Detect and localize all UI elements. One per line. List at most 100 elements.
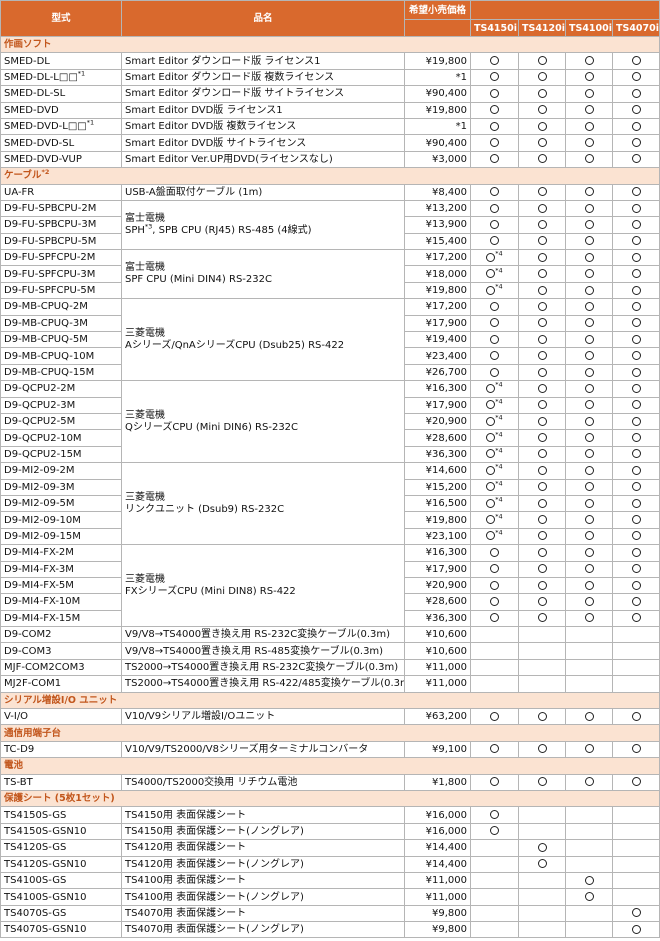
compat-cell xyxy=(518,675,566,693)
circle-mark-icon xyxy=(631,596,641,606)
compat-cell xyxy=(612,904,660,923)
circle-mark-icon xyxy=(537,400,547,410)
circle-mark-icon xyxy=(631,72,641,82)
circle-mark-icon xyxy=(490,613,499,623)
compat-cell xyxy=(612,85,660,103)
table-row: D9-MI2-09-2M 三菱電機 リンクユニット (Dsub9) RS-232C ¥… xyxy=(0,462,660,546)
compat-cell xyxy=(470,331,519,349)
model-cell: MJ2F-COM1 xyxy=(0,675,122,693)
model-cell: D9-QCPU2-10M xyxy=(0,429,122,447)
circle-mark-icon xyxy=(490,187,499,197)
circle-mark-icon xyxy=(490,777,499,787)
compat-cell xyxy=(565,412,613,431)
compat-cell xyxy=(565,101,613,119)
header-ts4150i: TS4150i xyxy=(470,19,519,37)
circle-mark-icon xyxy=(537,318,547,328)
compat-cell xyxy=(565,871,613,890)
circle-mark-icon xyxy=(537,580,547,590)
compat-cell xyxy=(565,888,613,906)
compat-cell xyxy=(470,134,519,152)
product-name-cell: TS2000→TS4000置き換え用 RS-422/485変換ケーブル(0.3m… xyxy=(121,675,405,693)
header-models-spacer xyxy=(470,0,660,20)
compat-cell xyxy=(518,331,566,349)
compat-cell xyxy=(470,806,519,824)
compat-cell xyxy=(565,560,613,578)
compat-cell xyxy=(518,511,566,529)
circle-mark-icon xyxy=(631,138,641,148)
price-cell: ¥9,100 xyxy=(404,740,471,759)
compat-cell xyxy=(518,576,566,595)
circle-mark-icon xyxy=(584,383,594,393)
compat-cell: *4 xyxy=(470,494,519,513)
compat-cell: *4 xyxy=(470,445,519,464)
circle-mark-icon xyxy=(537,465,547,475)
circle-mark-icon xyxy=(490,56,499,66)
circle-mark-icon xyxy=(584,252,594,262)
compat-cell xyxy=(518,265,566,283)
compat-cell xyxy=(470,642,519,660)
circle-mark-icon xyxy=(537,138,547,148)
circle-mark-icon xyxy=(537,482,547,492)
circle-mark-icon xyxy=(631,482,641,492)
price-cell: ¥17,200 xyxy=(404,249,471,267)
product-name-cell: TS2000→TS4000置き換え用 RS-232C変換ケーブル(0.3m) xyxy=(121,658,405,677)
model-cell: TS4100S-GS xyxy=(0,871,122,890)
model-cell: D9-MB-CPUQ-2M xyxy=(0,298,122,316)
circle-mark-icon xyxy=(631,416,641,426)
compat-cell xyxy=(565,117,613,136)
table-row: D9-FU-SPFCPU-2M 富士電機 SPF CPU (Mini DIN4) R… xyxy=(0,249,660,300)
table-body: 作画ソフト SMED-DL Smart Editor ダウンロード版 ライセンス1 ¥… xyxy=(0,35,660,939)
price-cell: ¥11,000 xyxy=(404,658,471,677)
model-cell: V-I/O xyxy=(0,708,122,726)
price-table: 型式 品名 希望小売価格 TS4150i TS4120i TS4100i TS4… xyxy=(0,0,660,939)
circle-mark-icon xyxy=(584,138,594,148)
circle-mark-icon xyxy=(490,88,499,98)
price-cell: ¥17,900 xyxy=(404,396,471,414)
circle-mark-icon xyxy=(584,547,594,557)
price-cell: ¥17,900 xyxy=(404,314,471,333)
compat-cell xyxy=(565,429,613,447)
circle-mark-icon xyxy=(584,187,594,197)
compat-cell xyxy=(565,675,613,693)
circle-mark-icon xyxy=(537,154,547,164)
price-cell: ¥63,200 xyxy=(404,708,471,726)
price-cell: ¥16,300 xyxy=(404,380,471,398)
product-name-cell: Smart Editor DVD版 サイトライセンス xyxy=(121,134,405,152)
table-row: TS4150S-GS TS4150用 表面保護シート ¥16,000 xyxy=(0,806,660,824)
circle-mark-icon xyxy=(584,88,594,98)
footnote-ref: *4 xyxy=(495,282,503,291)
footnote-ref: *4 xyxy=(495,512,503,521)
compat-cell xyxy=(470,576,519,595)
compat-cell xyxy=(612,412,660,431)
circle-mark-icon xyxy=(584,465,594,475)
circle-mark-icon xyxy=(486,482,496,492)
circle-mark-icon xyxy=(631,269,641,279)
compat-cell xyxy=(518,85,566,103)
product-name-cell: TS4100用 表面保護シート xyxy=(121,871,405,890)
compat-cell: *4 xyxy=(470,429,519,447)
circle-mark-icon xyxy=(537,711,547,721)
price-cell: ¥17,200 xyxy=(404,298,471,316)
section-header: 通信用端子台 xyxy=(0,724,660,742)
price-cell: ¥19,400 xyxy=(404,331,471,349)
compat-cell xyxy=(470,593,519,611)
compat-cell xyxy=(518,216,566,234)
table-row: UA-FR USB-A盤面取付ケーブル (1m) ¥8,400 xyxy=(0,183,660,201)
price-cell: ¥15,400 xyxy=(404,232,471,251)
circle-mark-icon xyxy=(631,465,641,475)
price-cell: ¥10,600 xyxy=(404,642,471,660)
circle-mark-icon xyxy=(537,301,547,311)
compat-cell xyxy=(518,871,566,890)
circle-mark-icon xyxy=(486,269,496,279)
circle-mark-icon xyxy=(490,547,499,557)
footnote-ref: *4 xyxy=(495,413,503,422)
compat-cell xyxy=(612,68,660,87)
price-cell: ¥19,800 xyxy=(404,52,471,70)
circle-mark-icon xyxy=(584,154,594,164)
compat-cell xyxy=(612,871,660,890)
circle-mark-icon xyxy=(631,318,641,328)
model-cell: UA-FR xyxy=(0,183,122,201)
table-row: D9-MI4-FX-2M 三菱電機 FXシリーズCPU (Mini DIN8) RS… xyxy=(0,544,660,628)
compat-cell xyxy=(565,478,613,496)
model-cell: TS4150S-GS xyxy=(0,806,122,824)
